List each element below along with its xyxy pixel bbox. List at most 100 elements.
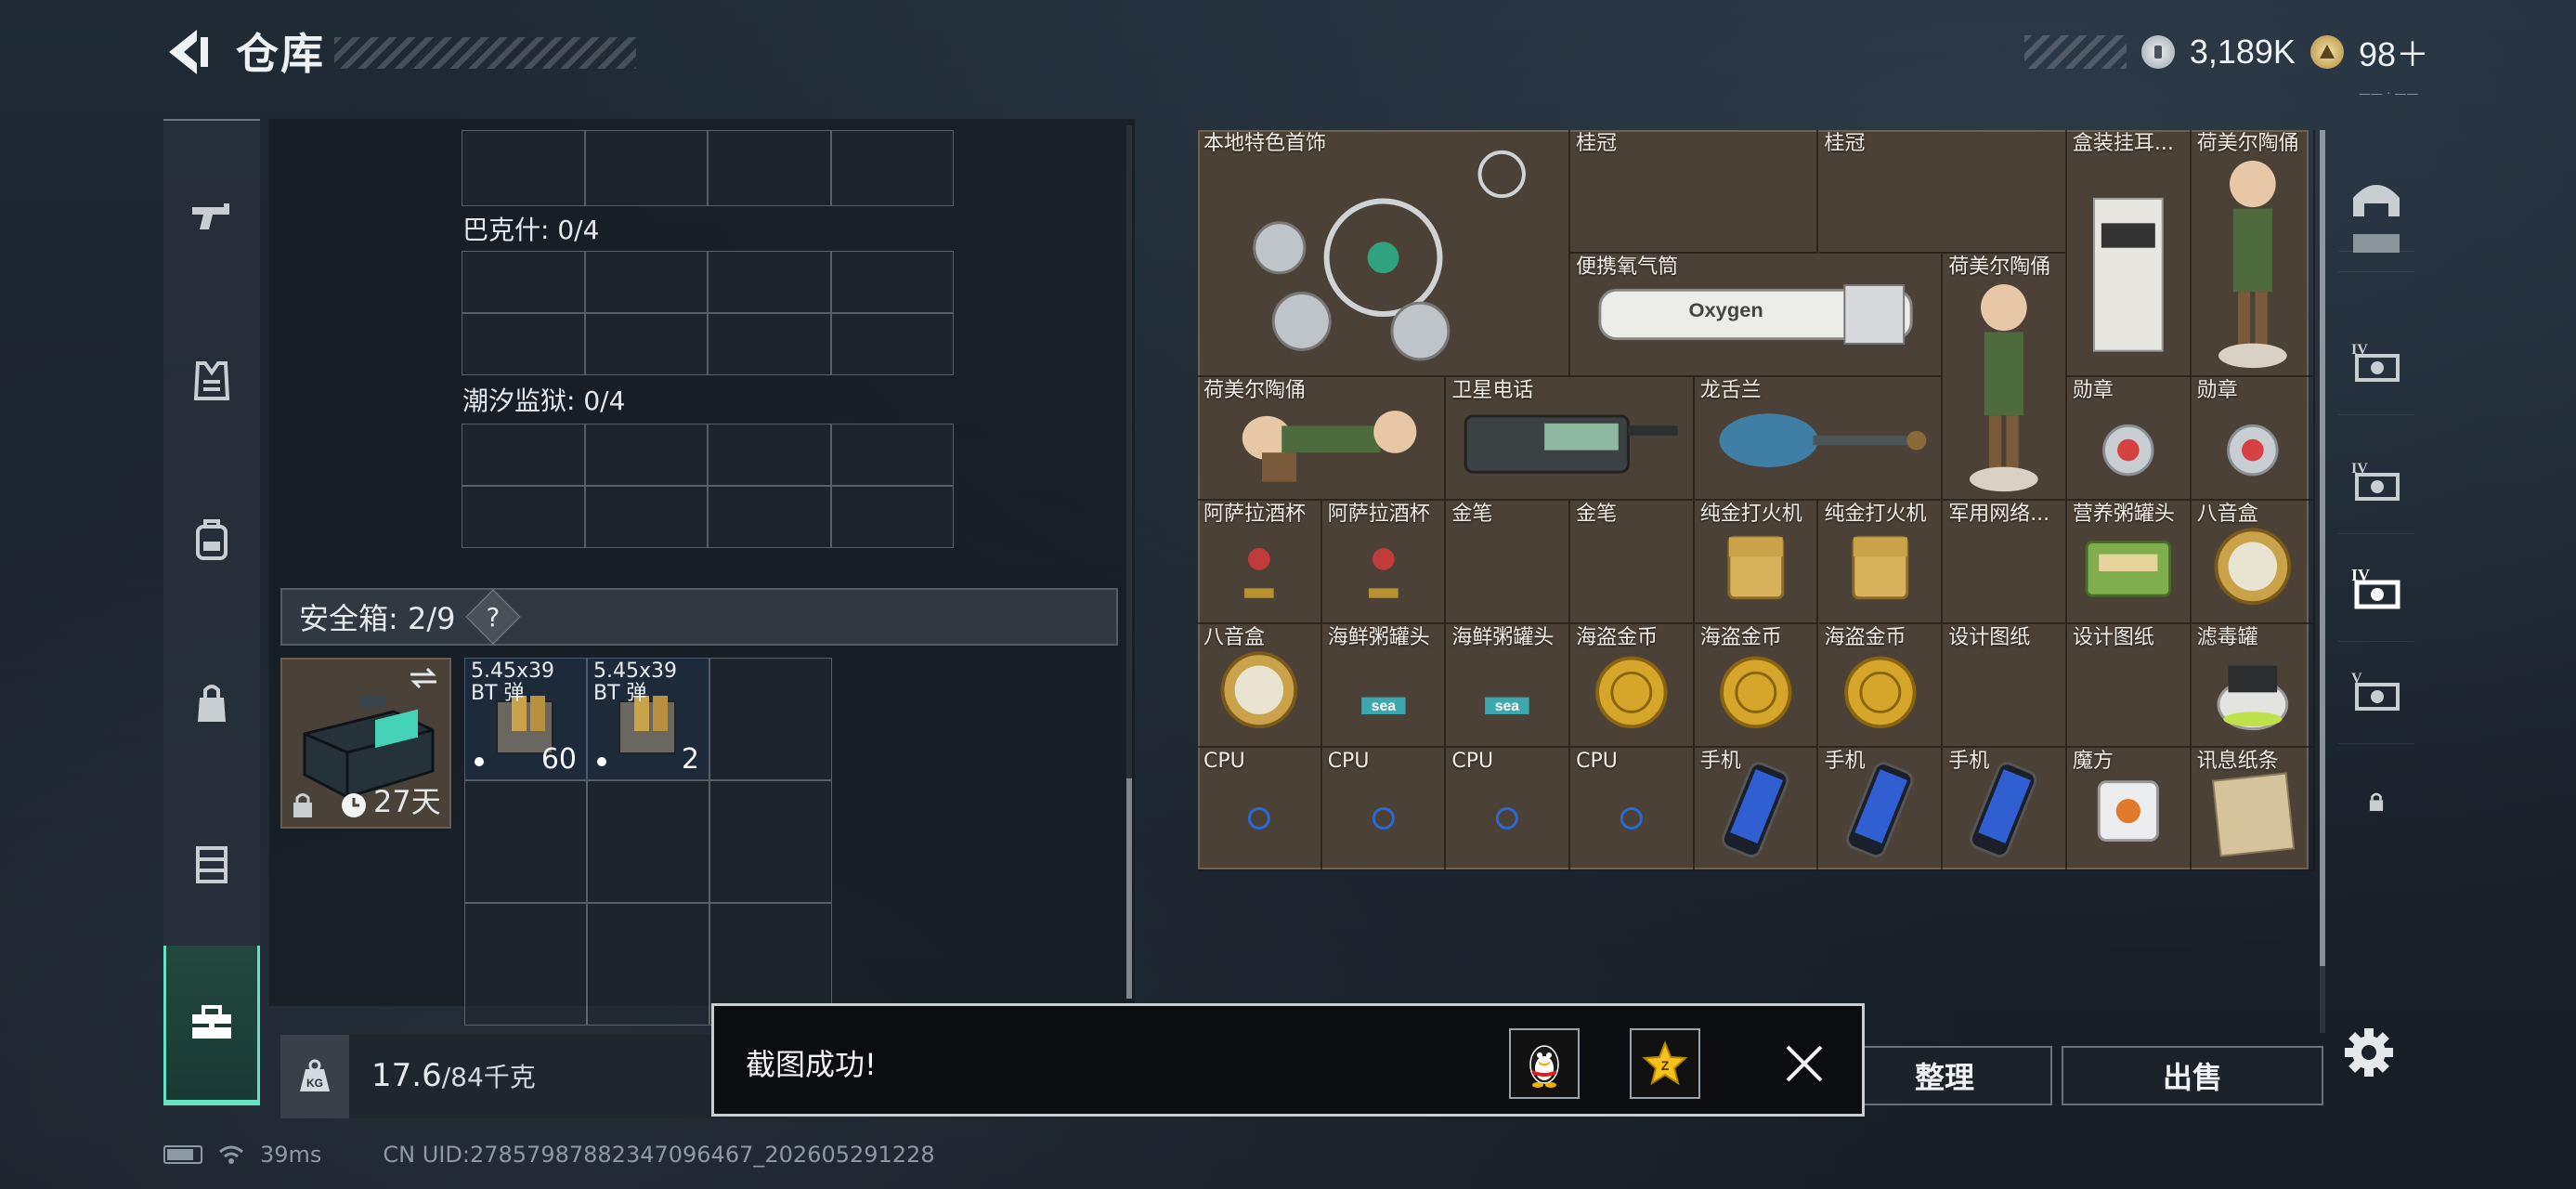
item-cup[interactable]: 阿萨拉酒杯 — [1321, 501, 1447, 624]
item-cube[interactable]: 魔方 — [2066, 748, 2192, 871]
item-lighter[interactable]: 纯金打火机 — [1818, 501, 1944, 624]
item-satphone[interactable]: 卫星电话 — [1446, 377, 1695, 501]
filter-armor-t4b[interactable]: IV — [2338, 431, 2414, 534]
item-coin[interactable]: 海盗金币 — [1694, 624, 1819, 748]
nav-armor[interactable] — [163, 325, 260, 437]
settings-gear-icon[interactable] — [2340, 1024, 2398, 1081]
item-pen[interactable]: 金笔 — [1446, 501, 1571, 624]
grid-slot[interactable] — [708, 313, 831, 375]
item-tequila[interactable]: 龙舌兰 — [1694, 377, 1944, 501]
grid-slot[interactable] — [464, 903, 587, 1026]
nav-pistol[interactable] — [163, 162, 260, 273]
item-laurel[interactable]: 桂冠 — [1570, 130, 1819, 254]
item-pen[interactable]: 金笔 — [1570, 501, 1695, 624]
back-icon[interactable] — [160, 24, 215, 80]
grid-slot[interactable] — [830, 424, 954, 486]
filter-locked[interactable] — [2338, 775, 2414, 830]
grid-slot[interactable] — [462, 130, 585, 206]
container-scrollbar-thumb[interactable] — [1126, 778, 1132, 999]
item-cpu[interactable]: CPU — [1321, 748, 1447, 871]
grid-slot[interactable] — [584, 130, 708, 206]
grid-slot[interactable] — [830, 486, 954, 548]
item-phone[interactable]: 手机 — [1818, 748, 1944, 871]
filter-armor-t6[interactable] — [2338, 216, 2414, 272]
share-qzone-button[interactable]: Z — [1630, 1028, 1700, 1099]
item-label: CPU — [1327, 750, 1370, 773]
item-medal[interactable]: 勋章 — [2066, 377, 2192, 501]
item-filter[interactable]: 滤毒罐 — [2191, 624, 2316, 748]
item-medal[interactable]: 勋章 — [2191, 377, 2316, 501]
armor-vest-icon — [193, 361, 230, 400]
grid-slot[interactable] — [708, 130, 831, 206]
item-cpu[interactable]: CPU — [1198, 748, 1322, 871]
safe-box-item[interactable]: 27天 — [280, 658, 451, 829]
grid-slot[interactable] — [709, 658, 832, 780]
ticket-balance[interactable]: 98＋ — [2359, 28, 2429, 76]
grid-slot[interactable] — [462, 486, 585, 548]
item-coffee[interactable]: 盒装挂耳... — [2066, 130, 2192, 377]
item-sea[interactable]: sea 海鲜粥罐头 — [1446, 624, 1571, 748]
item-blueprint[interactable]: 设计图纸 — [1943, 624, 2067, 748]
close-icon[interactable] — [1784, 1043, 1825, 1084]
item-label: 纯金打火机 — [1824, 503, 1927, 526]
grid-slot[interactable] — [587, 903, 709, 1026]
nav-bag[interactable] — [163, 648, 260, 760]
item-blueprint[interactable]: 设计图纸 — [2066, 624, 2192, 748]
grid-slot[interactable] — [462, 251, 585, 313]
item-musicbox[interactable]: 八音盒 — [1198, 624, 1322, 748]
grid-slot[interactable] — [708, 424, 831, 486]
item-cpu[interactable]: CPU — [1570, 748, 1695, 871]
grid-slot[interactable] — [708, 486, 831, 548]
nav-toolbox[interactable] — [163, 946, 260, 1105]
ammo-dot — [597, 757, 606, 766]
item-laurel[interactable]: 桂冠 — [1818, 130, 2067, 254]
nav-chest-rig[interactable] — [163, 808, 260, 920]
share-qq-button[interactable] — [1509, 1028, 1580, 1099]
filter-armor-t4c[interactable]: IV — [2338, 539, 2414, 642]
item-label: 阿萨拉酒杯 — [1203, 503, 1307, 526]
nav-backpack[interactable] — [163, 485, 260, 596]
filter-armor-t4[interactable]: IV — [2338, 312, 2414, 415]
grid-slot[interactable] — [830, 251, 954, 313]
grid-slot[interactable] — [584, 251, 708, 313]
item-cup[interactable]: 阿萨拉酒杯 — [1198, 501, 1322, 624]
grid-slot[interactable] — [830, 130, 954, 206]
grid-slot[interactable] — [584, 424, 708, 486]
item-jewelry[interactable]: 本地特色首饰 — [1198, 130, 1571, 377]
item-cpu[interactable]: CPU — [1446, 748, 1571, 871]
item-note[interactable]: 讯息纸条 — [2191, 748, 2316, 871]
screenshot-toast: 截图成功! Z — [711, 1003, 1865, 1117]
item-lighter[interactable]: 纯金打火机 — [1694, 501, 1819, 624]
grid-slot[interactable] — [709, 780, 832, 903]
ammo-item[interactable]: 5.45x39 BT 弹 60 — [464, 658, 587, 780]
grid-slot[interactable] — [587, 780, 709, 903]
item-coin[interactable]: 海盗金币 — [1570, 624, 1695, 748]
ammo-item[interactable]: 5.45x39 BT 弹 2 — [587, 658, 709, 780]
item-figurine[interactable]: 荷美尔陶俑 — [1943, 254, 2067, 501]
grid-slot[interactable] — [462, 313, 585, 375]
item-label: 魔方 — [2072, 750, 2114, 773]
grid-slot[interactable] — [584, 313, 708, 375]
swap-icon[interactable] — [407, 667, 440, 689]
grid-slot[interactable] — [462, 424, 585, 486]
grid-slot[interactable] — [830, 313, 954, 375]
filter-armor-t5[interactable]: V — [2338, 641, 2414, 744]
item-module[interactable]: 军用网络... — [1943, 501, 2067, 624]
help-icon[interactable]: ? — [465, 589, 522, 645]
grid-slot[interactable] — [708, 251, 831, 313]
item-can[interactable]: 营养粥罐头 — [2066, 501, 2192, 624]
item-sea[interactable]: sea 海鲜粥罐头 — [1321, 624, 1447, 748]
item-phone[interactable]: 手机 — [1943, 748, 2067, 871]
grid-slot[interactable] — [464, 780, 587, 903]
grid-slot[interactable] — [584, 486, 708, 548]
item-figurine-lying[interactable]: 荷美尔陶俑 — [1198, 377, 1447, 501]
item-coin[interactable]: 海盗金币 — [1818, 624, 1944, 748]
item-figurine[interactable]: 荷美尔陶俑 — [2191, 130, 2316, 377]
organize-button[interactable]: 整理 — [1837, 1046, 2052, 1105]
item-phone[interactable]: 手机 — [1694, 748, 1819, 871]
sell-button[interactable]: 出售 — [2062, 1046, 2323, 1105]
svg-text:KG: KG — [306, 1077, 323, 1090]
item-oxygen[interactable]: Oxygen 便携氧气筒 — [1570, 254, 1944, 377]
item-musicbox[interactable]: 八音盒 — [2191, 501, 2316, 624]
warehouse-scrollbar-thumb[interactable] — [2320, 130, 2325, 966]
